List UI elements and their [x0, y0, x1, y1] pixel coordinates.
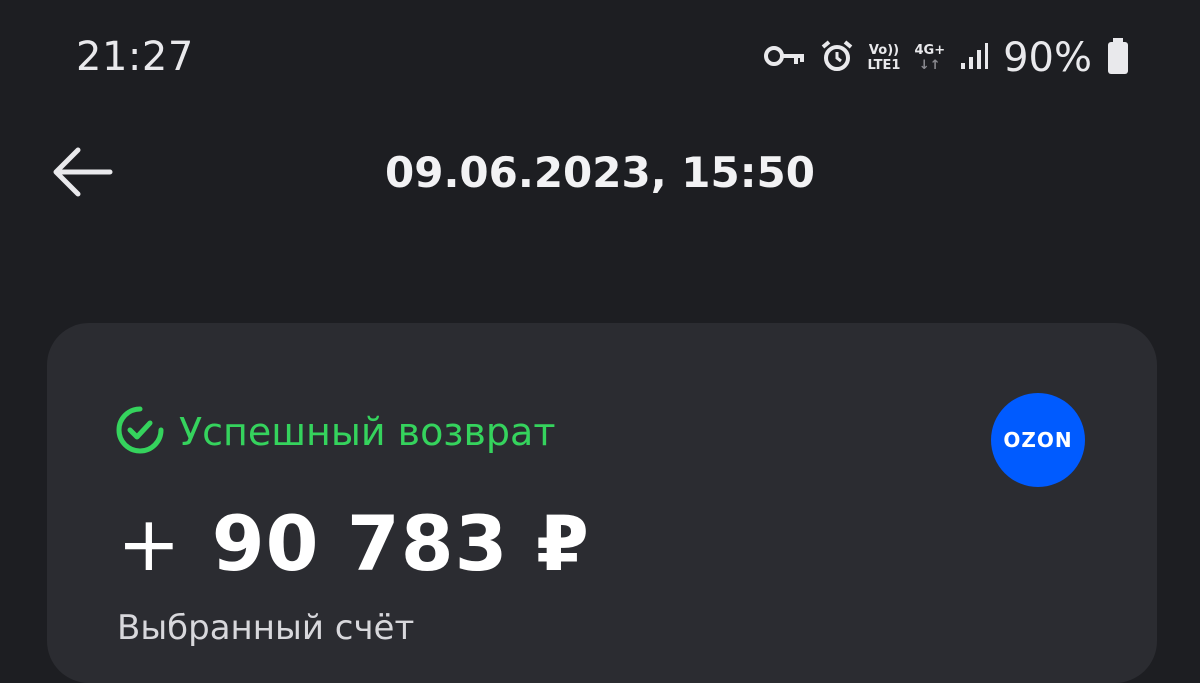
battery-percent: 90% [1003, 35, 1092, 81]
transaction-card: Успешный возврат OZON + 90 783 ₽ Выбранн… [47, 323, 1157, 683]
network-indicator: 4G+ ↓↑ [914, 43, 945, 73]
signal-icon [959, 41, 989, 75]
volte-indicator: Vo)) LTE1 [868, 43, 901, 73]
volte-label: Vo)) [868, 43, 900, 58]
data-arrows-icon: ↓↑ [918, 58, 941, 73]
account-label: Выбранный счёт [117, 608, 415, 648]
battery-icon [1106, 37, 1130, 79]
page-header: 09.06.2023, 15:50 [0, 130, 1200, 220]
transaction-amount: + 90 783 ₽ [117, 499, 590, 588]
transaction-status: Успешный возврат [115, 405, 555, 459]
lte-label: LTE1 [867, 58, 901, 73]
status-text: Успешный возврат [179, 410, 556, 454]
vpn-key-icon [763, 44, 806, 72]
page-title: 09.06.2023, 15:50 [385, 148, 815, 197]
check-circle-icon [115, 405, 165, 459]
status-clock: 21:27 [76, 34, 194, 80]
amount-sign: + [117, 499, 182, 588]
alarm-icon [820, 39, 854, 77]
network-label: 4G+ [914, 43, 946, 58]
merchant-logo-text: OZON [1003, 428, 1073, 452]
status-icons: Vo)) LTE1 4G+ ↓↑ 90% [763, 34, 1130, 82]
merchant-logo[interactable]: OZON [991, 393, 1085, 487]
amount-value: 90 783 ₽ [211, 499, 590, 588]
status-bar: 21:27 Vo)) LTE1 4G+ ↓↑ 90% [0, 0, 1200, 110]
